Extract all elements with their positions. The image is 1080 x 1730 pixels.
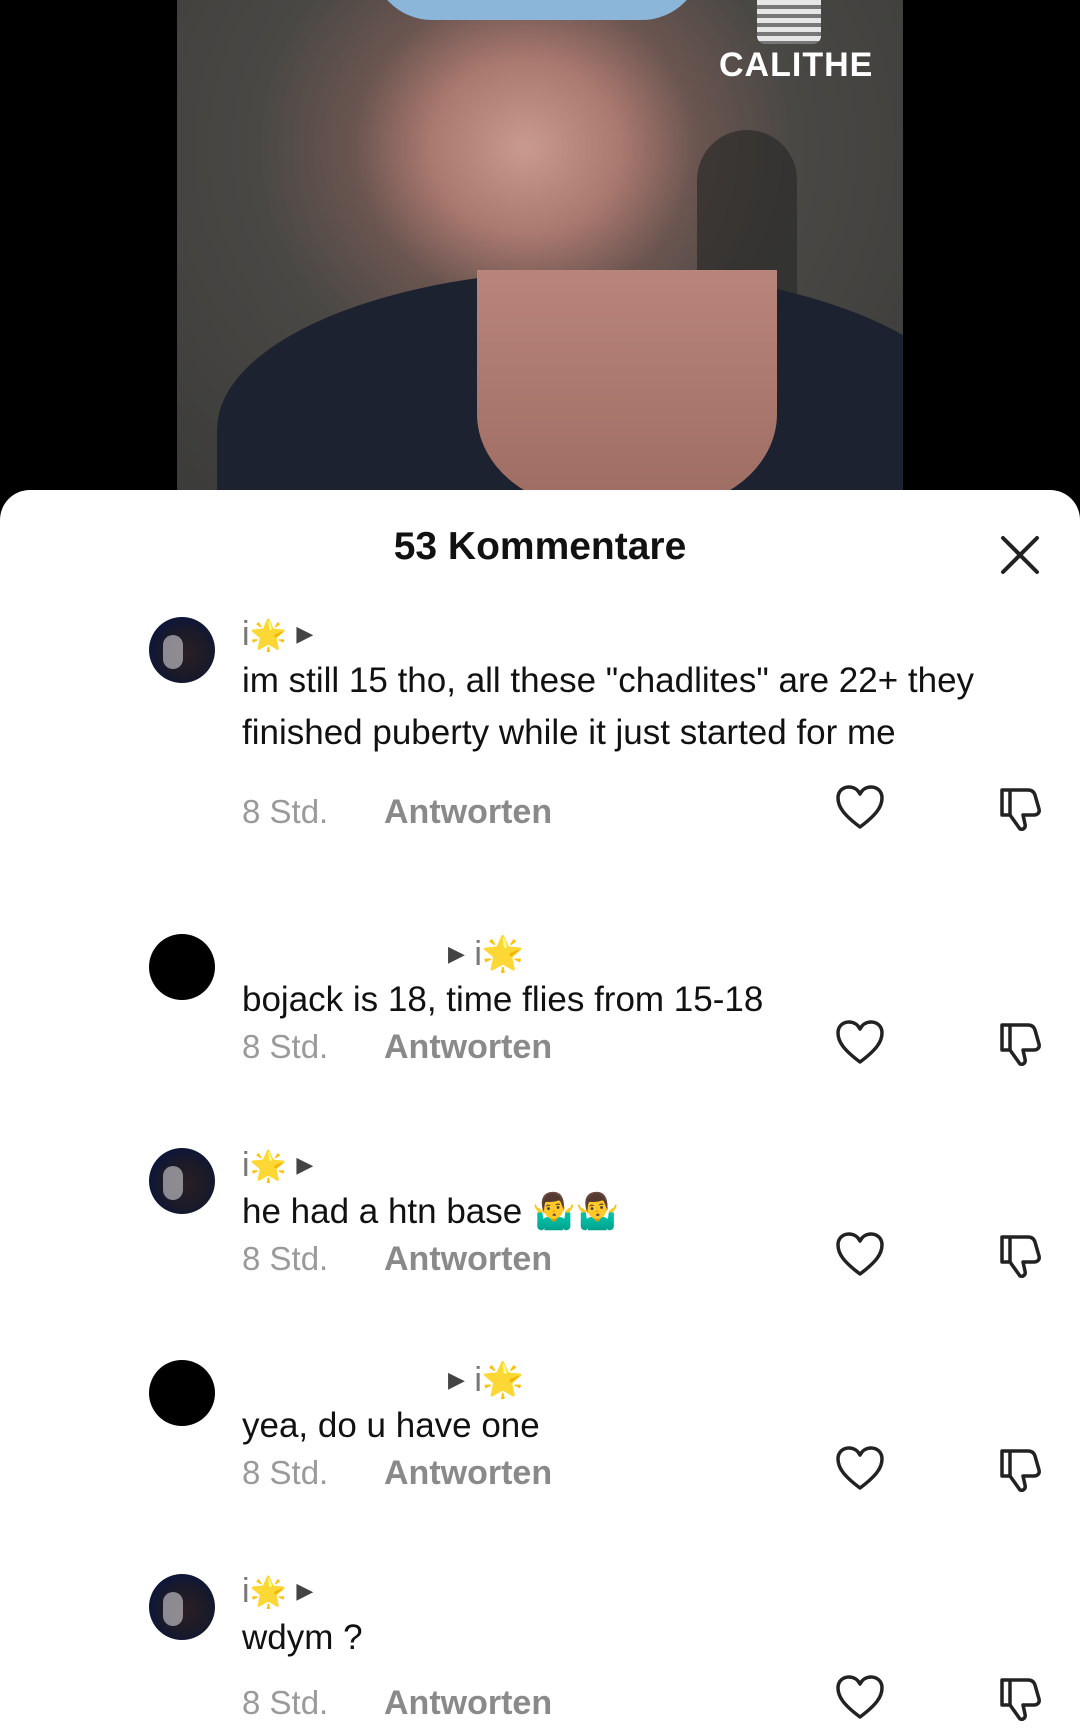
play-triangle-icon: ▶ (448, 1367, 465, 1392)
comment-username[interactable]: ▶ i🌟 (448, 934, 524, 974)
avatar[interactable] (149, 1148, 215, 1214)
heart-icon (836, 1446, 884, 1490)
reply-button[interactable]: Antworten (384, 1684, 552, 1723)
play-triangle-icon: ▶ (296, 1152, 314, 1177)
username-text: i (242, 1572, 250, 1610)
comments-title: 53 Kommentare (393, 525, 687, 568)
comment-text: bojack is 18, time flies from 15-18 (242, 980, 764, 1019)
play-triangle-icon: ▶ (448, 941, 465, 966)
reply-button[interactable]: Antworten (384, 1240, 552, 1279)
avatar[interactable] (149, 617, 215, 683)
comment-username[interactable]: i🌟 ▶ (242, 1572, 313, 1611)
thumbs-down-icon (1000, 1678, 1041, 1721)
reply-button[interactable]: Antworten (384, 793, 552, 832)
comment-text: he had a htn base 🤷‍♂️🤷‍♂️ (242, 1192, 620, 1231)
comment-text: im still 15 tho, all these "chadlites" a… (242, 661, 975, 752)
dislike-button[interactable] (994, 1017, 1046, 1069)
comments-sheet: 53 Kommentare i🌟 ▶ im still 15 tho, all … (0, 490, 1080, 1730)
like-button[interactable] (834, 782, 886, 834)
comment-time: 8 Std. (242, 1240, 329, 1277)
dislike-button[interactable] (994, 1672, 1046, 1724)
like-button[interactable] (834, 1443, 886, 1495)
heart-icon (836, 1675, 884, 1719)
like-button[interactable] (834, 1672, 886, 1724)
comment-time: 8 Std. (242, 1684, 329, 1721)
close-icon (1001, 536, 1039, 574)
dislike-button[interactable] (994, 1443, 1046, 1495)
reply-to-username: i🌟 (474, 1361, 525, 1399)
reply-button[interactable]: Antworten (384, 1028, 552, 1067)
comment-time: 8 Std. (242, 1454, 329, 1491)
like-button[interactable] (834, 1017, 886, 1069)
dislike-button[interactable] (994, 782, 1046, 834)
comment-text: wdym ? (242, 1618, 363, 1657)
grill-icon (757, 0, 821, 44)
reply-to-username: i🌟 (474, 935, 525, 973)
like-button[interactable] (834, 1229, 886, 1281)
heart-icon (836, 1232, 884, 1276)
star-emoji: 🌟 (249, 1150, 287, 1183)
username-text: i (242, 1146, 250, 1184)
thumbs-down-icon (1000, 1449, 1041, 1492)
thumbs-down-icon (1000, 1235, 1041, 1278)
brand-logo: CALITHE (719, 0, 874, 90)
avatar[interactable] (149, 1574, 215, 1640)
reply-button[interactable]: Antworten (384, 1454, 552, 1493)
star-emoji: 🌟 (249, 619, 287, 652)
username-text: i (242, 615, 250, 653)
video-player[interactable]: CALITHE (177, 0, 903, 492)
video-neck (477, 270, 777, 492)
video-cap (372, 0, 702, 20)
close-button[interactable] (995, 530, 1045, 580)
play-triangle-icon: ▶ (296, 1578, 314, 1603)
avatar[interactable] (149, 934, 215, 1000)
heart-icon (836, 785, 884, 829)
comment-time: 8 Std. (242, 1028, 329, 1065)
thumbs-down-icon (1000, 1023, 1041, 1066)
comment-text: yea, do u have one (242, 1406, 540, 1445)
comment-username[interactable]: ▶ i🌟 (448, 1360, 524, 1400)
play-triangle-icon: ▶ (296, 621, 314, 646)
comment-username[interactable]: i🌟 ▶ (242, 615, 313, 654)
brand-logo-text: CALITHE (719, 46, 874, 84)
avatar[interactable] (149, 1360, 215, 1426)
comment-time: 8 Std. (242, 793, 329, 830)
star-emoji: 🌟 (249, 1576, 287, 1609)
thumbs-down-icon (1000, 788, 1041, 831)
heart-icon (836, 1020, 884, 1064)
dislike-button[interactable] (994, 1229, 1046, 1281)
comment-username[interactable]: i🌟 ▶ (242, 1146, 313, 1185)
